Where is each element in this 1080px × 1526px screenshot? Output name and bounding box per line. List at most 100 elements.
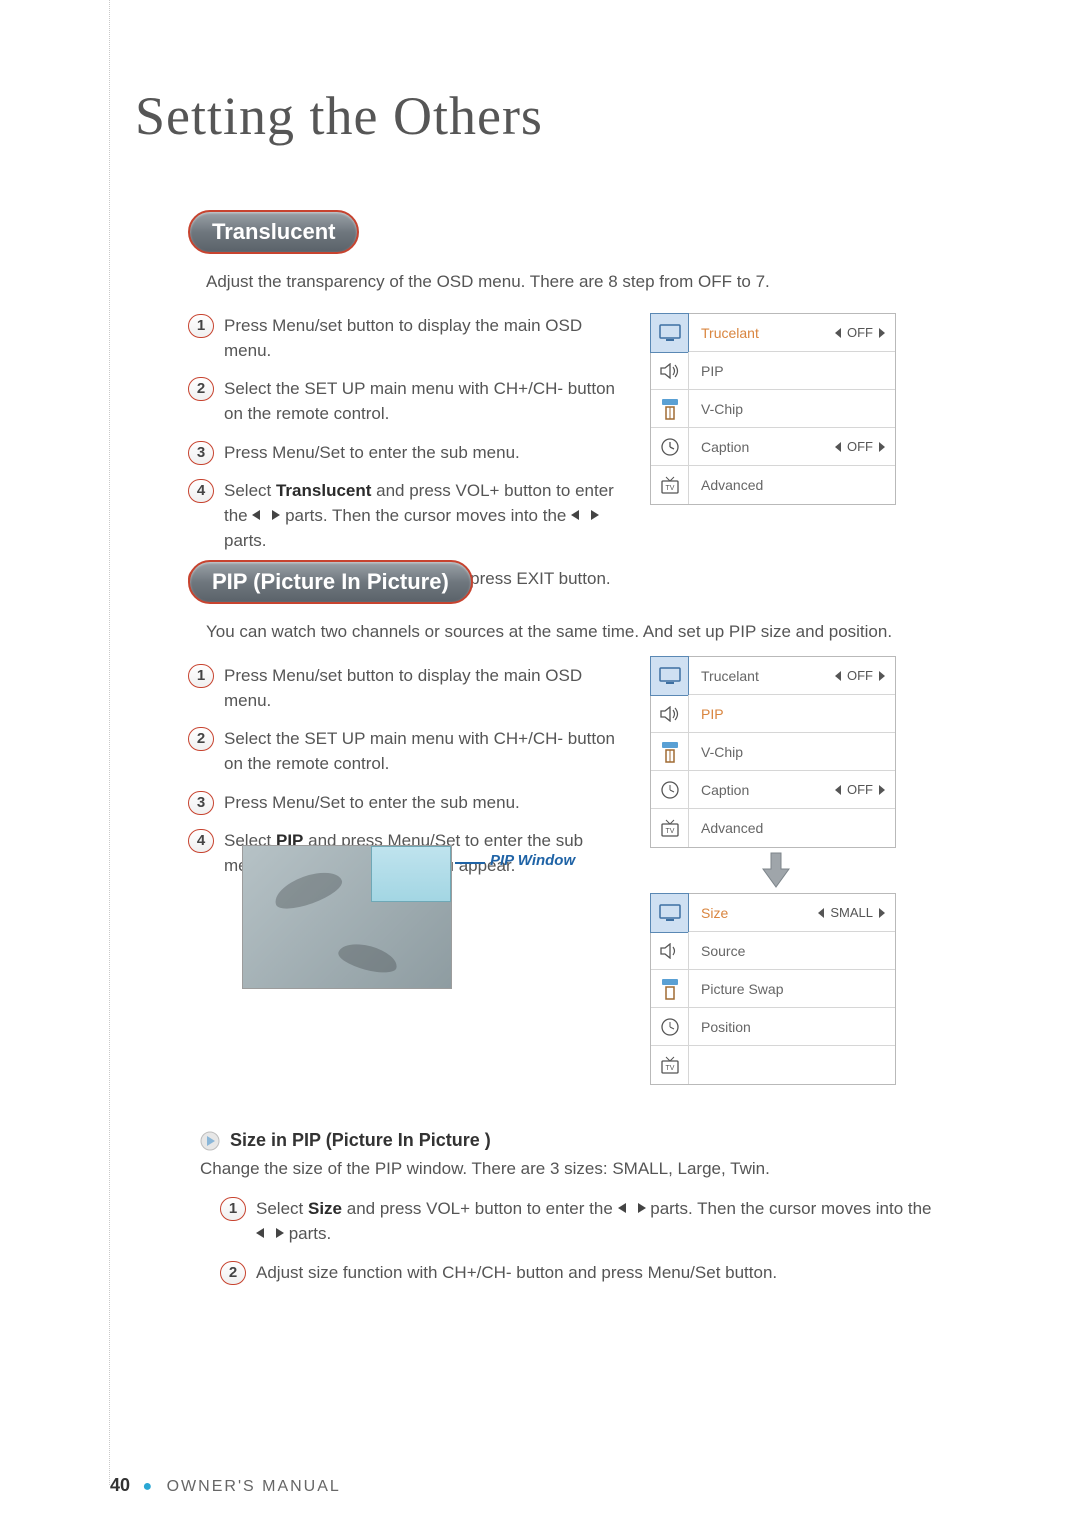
step-badge: 3 [188, 791, 214, 815]
osd-menu-setup: Trucelant OFF PIP V-Chip Caption OFF TV … [650, 313, 896, 505]
speaker-icon [651, 695, 689, 733]
translucent-intro: Adjust the transparency of the OSD menu.… [206, 272, 948, 292]
step-text: Adjust size function with CH+/CH- button… [256, 1261, 936, 1286]
osd-label: V-Chip [689, 744, 895, 760]
subheading-text: Size in PIP (Picture In Picture ) [230, 1130, 491, 1151]
step-text: Press Menu/set button to display the mai… [224, 664, 619, 713]
step-badge: 4 [188, 829, 214, 853]
osd-label: V-Chip [689, 401, 895, 417]
clock-icon [651, 771, 689, 809]
t: parts. Then the cursor moves into the [280, 506, 571, 525]
tv-icon: TV [651, 809, 689, 847]
t-bold: Size [308, 1199, 342, 1218]
left-right-arrows-icon [571, 504, 599, 529]
osd-value: OFF [835, 668, 895, 683]
osd-row: Position [651, 1008, 895, 1046]
antenna-icon [651, 970, 689, 1008]
osd-value-text: SMALL [830, 905, 873, 920]
antenna-icon [651, 390, 689, 428]
arrow-right-icon [879, 671, 885, 681]
arrow-left-icon [818, 908, 824, 918]
osd-row: TV [651, 1046, 895, 1084]
osd-label: Trucelant [689, 668, 835, 684]
step-badge: 2 [188, 727, 214, 751]
arrow-left-icon [835, 442, 841, 452]
t: and press VOL+ button to enter the [342, 1199, 618, 1218]
speaker-icon [651, 352, 689, 390]
osd-row: PIP [651, 695, 895, 733]
step-badge: 3 [188, 441, 214, 465]
left-right-arrows-icon [256, 1222, 284, 1247]
t: Select [256, 1199, 308, 1218]
osd-row: Size SMALL [651, 894, 895, 932]
arrow-right-icon [879, 442, 885, 452]
osd-label: Source [689, 943, 895, 959]
osd-label: Advanced [689, 477, 895, 493]
step-text: Select Translucent and press VOL+ button… [224, 479, 619, 553]
heading-pip: PIP (Picture In Picture) [188, 560, 473, 604]
svg-text:TV: TV [665, 1065, 674, 1072]
osd-row: Caption OFF [651, 428, 895, 466]
decorative-shape [270, 865, 345, 915]
step-badge: 2 [220, 1261, 246, 1285]
tv-icon: TV [651, 466, 689, 504]
pip-preview-image [242, 845, 452, 989]
monitor-icon [650, 893, 689, 933]
osd-row: TV Advanced [651, 809, 895, 847]
osd-label: Picture Swap [689, 981, 895, 997]
tv-icon: TV [651, 1046, 689, 1084]
step-badge: 1 [188, 314, 214, 338]
osd-row: Source [651, 932, 895, 970]
page-title: Setting the Others [135, 85, 543, 147]
step-text: Press Menu/set button to display the mai… [224, 314, 619, 363]
step-text: Select the SET UP main menu with CH+/CH-… [224, 727, 619, 776]
osd-value: OFF [835, 439, 895, 454]
osd-row: Caption OFF [651, 771, 895, 809]
pip-intro: You can watch two channels or sources at… [206, 622, 948, 642]
step-1: 1 Select Size and press VOL+ button to e… [220, 1197, 940, 1247]
step-badge: 1 [220, 1197, 246, 1221]
osd-label: Size [689, 905, 818, 921]
svg-text:TV: TV [665, 485, 674, 492]
step-text: Select the SET UP main menu with CH+/CH-… [224, 377, 619, 426]
osd-value-text: OFF [847, 782, 873, 797]
osd-label: Position [689, 1019, 895, 1035]
speaker-icon [651, 932, 689, 970]
step-badge: 2 [188, 377, 214, 401]
arrow-right-icon [879, 785, 885, 795]
size-intro: Change the size of the PIP window. There… [200, 1159, 940, 1179]
osd-row: Picture Swap [651, 970, 895, 1008]
clock-icon [651, 428, 689, 466]
page: Setting the Others Translucent Adjust th… [0, 0, 1080, 1526]
footer-label: OWNER'S MANUAL [167, 1478, 341, 1495]
bullet-icon [200, 1131, 220, 1151]
t: Select [224, 481, 276, 500]
monitor-icon [650, 313, 689, 353]
osd-row: TV Advanced [651, 466, 895, 504]
osd-label: Trucelant [689, 325, 835, 341]
osd-menu-pip-submenu: Size SMALL Source Picture Swap Position … [650, 893, 896, 1085]
decorative-shape [336, 939, 400, 978]
arrow-left-icon [835, 328, 841, 338]
size-steps: 1 Select Size and press VOL+ button to e… [220, 1197, 940, 1285]
monitor-icon [650, 656, 689, 696]
left-right-arrows-icon [618, 1197, 646, 1222]
osd-row: PIP [651, 352, 895, 390]
arrow-left-icon [835, 671, 841, 681]
osd-value-text: OFF [847, 325, 873, 340]
osd-value-text: OFF [847, 668, 873, 683]
osd-label: Caption [689, 439, 835, 455]
osd-row: V-Chip [651, 390, 895, 428]
osd-label: Caption [689, 782, 835, 798]
osd-row: V-Chip [651, 733, 895, 771]
antenna-icon [651, 733, 689, 771]
step-text: Select Size and press VOL+ button to ent… [256, 1197, 936, 1247]
osd-value: OFF [835, 325, 895, 340]
osd-value: OFF [835, 782, 895, 797]
pip-inset-window [371, 846, 451, 902]
osd-menu-pip-selected: Trucelant OFF PIP V-Chip Caption OFF TV … [650, 656, 896, 848]
arrow-right-icon [879, 328, 885, 338]
osd-row: Trucelant OFF [651, 314, 895, 352]
t: parts. [284, 1224, 331, 1243]
arrow-down-icon [758, 850, 794, 890]
